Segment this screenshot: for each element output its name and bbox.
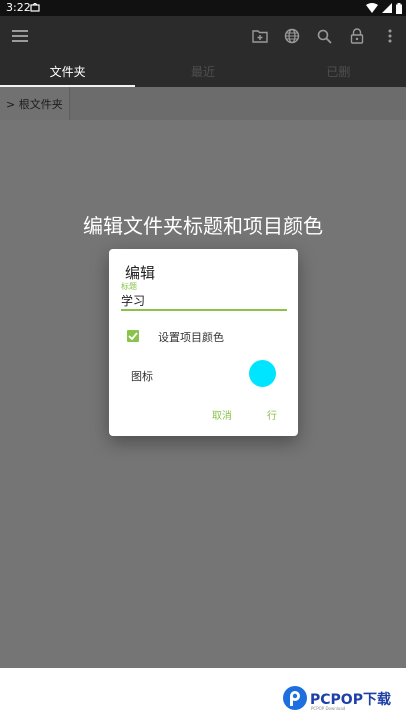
tab-bar: 文件夹 最近 已删 [0, 56, 406, 87]
globe-icon[interactable] [282, 26, 302, 46]
set-color-checkbox[interactable] [127, 330, 139, 342]
cancel-button[interactable]: 取消 [212, 407, 232, 422]
watermark-subtext: PCPOP Download [311, 706, 346, 711]
tab-folders[interactable]: 文件夹 [0, 56, 136, 87]
title-input[interactable]: 学习 [121, 292, 287, 311]
tab-deleted[interactable]: 已删 [271, 56, 406, 87]
signal-icon [382, 3, 392, 13]
title-field-label: 标题 [121, 282, 137, 291]
edit-dialog: 编辑 标题 学习 设置项目颜色 图标 取消 行 [109, 249, 298, 436]
icon-label: 图标 [131, 370, 153, 383]
breadcrumb[interactable]: > 根文件夹 [0, 87, 70, 120]
menu-icon[interactable] [10, 26, 30, 46]
breadcrumb-bar: > 根文件夹 [0, 87, 406, 120]
overlay-title: 编辑文件夹标题和项目颜色 [83, 214, 323, 238]
battery-icon [396, 2, 402, 14]
pcpop-logo-icon [283, 686, 307, 710]
app-bar [0, 16, 406, 56]
status-icons [366, 2, 402, 14]
add-folder-icon[interactable] [250, 26, 270, 46]
status-time: 3:22 [6, 1, 31, 14]
search-icon[interactable] [314, 26, 334, 46]
ok-button[interactable]: 行 [267, 407, 277, 422]
tab-recent[interactable]: 最近 [135, 56, 270, 87]
check-icon [128, 332, 138, 340]
lock-icon[interactable] [347, 26, 367, 46]
color-swatch[interactable] [249, 360, 276, 387]
set-color-label: 设置项目颜色 [158, 331, 224, 344]
notification-icon [30, 3, 40, 12]
status-bar: 3:22 [0, 0, 406, 16]
more-options-icon[interactable] [380, 26, 400, 46]
dialog-title: 编辑 [125, 264, 156, 282]
wifi-icon [366, 3, 378, 13]
